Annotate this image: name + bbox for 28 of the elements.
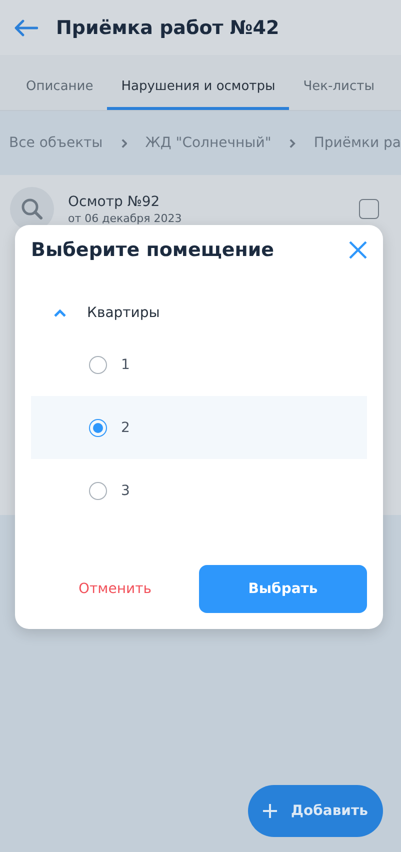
dialog-title: Выберите помещение [31,239,274,261]
checkbox[interactable] [359,199,379,219]
breadcrumb-link[interactable]: ЖД "Солнечный" [145,135,272,151]
tab[interactable]: Чек-листы [289,79,388,110]
breadcrumb-link[interactable]: Все объекты [9,135,103,151]
group-toggle[interactable]: Квартиры [53,305,367,321]
select-button[interactable]: Выбрать [199,565,367,613]
room-option[interactable]: 1 [31,333,367,396]
close-icon [349,241,367,259]
radio-button[interactable] [89,482,107,500]
breadcrumb-link[interactable]: Приёмки ра [314,135,401,151]
radio-button[interactable] [89,418,107,436]
back-button[interactable] [14,18,38,36]
back-arrow-icon [14,18,38,36]
inspection-date: от 06 декабря 2023 [68,212,183,224]
cancel-button[interactable]: Отменить [31,565,199,613]
search-icon [20,197,44,221]
close-button[interactable] [349,241,367,259]
chevron-right-icon [120,138,128,148]
plus-icon [263,804,278,818]
page-title: Приёмка работ №42 [56,16,280,38]
room-option[interactable]: 2 [31,396,367,459]
room-option[interactable]: 3 [31,459,367,522]
inspection-title: Осмотр №92 [68,194,161,210]
chevron-right-icon [289,138,296,148]
radio-button[interactable] [89,356,107,374]
add-button[interactable]: Добавить [248,785,383,837]
tab[interactable]: Описание [12,79,108,110]
